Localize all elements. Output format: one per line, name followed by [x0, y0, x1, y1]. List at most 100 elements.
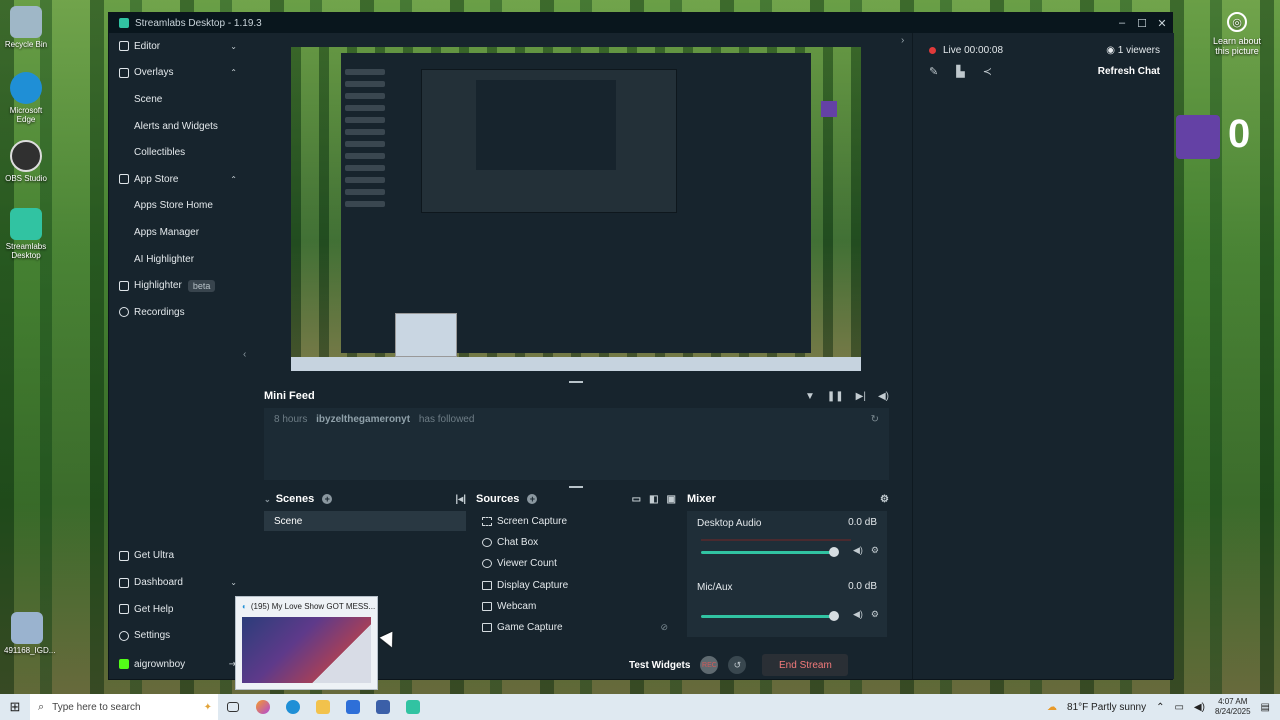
volume-icon[interactable]: ◀) [1194, 702, 1205, 713]
event-time: 8 hours [274, 414, 308, 425]
desktop-icon-streamlabs[interactable]: Streamlabs Desktop [4, 208, 48, 260]
visibility-hidden-icon[interactable]: ⊘ [660, 622, 668, 633]
end-stream-button[interactable]: End Stream [762, 654, 849, 676]
gear-icon[interactable]: ⚙ [871, 545, 879, 556]
sidebar-item-apps-manager[interactable]: Apps Manager [109, 219, 247, 246]
chevron-up-icon[interactable]: ⌃ [1156, 702, 1164, 713]
sidebar-item-dashboard[interactable]: Dashboard ⌄ [109, 569, 247, 596]
task-view-icon[interactable] [218, 694, 248, 720]
editor-icon [119, 41, 129, 52]
desktop-icon-recycle-bin[interactable]: Recycle Bin [4, 6, 48, 49]
file-explorer-icon[interactable] [308, 694, 338, 720]
sidebar-item-app-store[interactable]: App Store ⌃ [109, 166, 247, 193]
event-user[interactable]: ibyzelthegameronyt [316, 414, 410, 425]
repeat-icon[interactable]: ↻ [871, 414, 879, 425]
notification-icon[interactable]: ▤ [1261, 702, 1270, 713]
windows-start-icon[interactable]: ⊞ [0, 699, 30, 715]
volume-slider-handle[interactable] [829, 547, 839, 557]
sources-header: Sources + ▭ ◧ ▣ [476, 493, 676, 505]
mixer-channel: Mic/Aux 0.0 dB ◀) ⚙ [687, 575, 887, 639]
event-action: has followed [418, 414, 475, 425]
sidebar-item-recordings[interactable]: Recordings [109, 299, 247, 326]
sidebar-item-highlighter[interactable]: Highlighter beta [109, 272, 247, 299]
stream-preview[interactable] [291, 47, 861, 371]
gear-icon[interactable]: ⚙ [880, 494, 889, 505]
streamlabs-icon [10, 208, 42, 240]
group-icon[interactable]: ◧ [649, 494, 658, 505]
clock[interactable]: 4:07 AM 8/24/2025 [1215, 697, 1251, 717]
sidebar-item-get-help[interactable]: Get Help [109, 596, 247, 623]
eye-icon [482, 559, 492, 569]
add-scene-button[interactable]: + [322, 494, 333, 504]
scene-transition-icon[interactable]: |◂| [455, 494, 466, 505]
sidebar-item-settings[interactable]: Settings [109, 622, 247, 649]
chevron-down-icon[interactable]: ⌄ [264, 495, 271, 504]
search-placeholder: Type here to search [52, 701, 141, 713]
audio-meter [701, 539, 851, 541]
sidebar-item-ai-highlighter[interactable]: AI Highlighter [109, 246, 247, 273]
volume-slider[interactable] [701, 551, 833, 554]
sidebar-item-apps-store-home[interactable]: Apps Store Home [109, 193, 247, 220]
close-button[interactable]: ✕ [1152, 17, 1172, 30]
search-icon: ⌕ [38, 700, 45, 713]
dashboard-icon [119, 577, 129, 588]
desktop-icon-edge[interactable]: Microsoft Edge [4, 72, 48, 124]
gear-icon[interactable]: ⚙ [871, 609, 879, 620]
test-widgets-button[interactable]: Test Widgets [629, 660, 690, 671]
source-item[interactable]: Webcam [474, 596, 674, 617]
volume-icon[interactable]: ◀) [878, 391, 889, 402]
sidebar-item-editor[interactable]: Editor ⌄ [109, 33, 247, 60]
scene-item[interactable]: Scene [264, 511, 466, 531]
sidebar-item-overlays[interactable]: Overlays ⌃ [109, 60, 247, 87]
sidebar-item-collectibles[interactable]: Collectibles [109, 139, 247, 166]
volume-slider-handle[interactable] [829, 611, 839, 621]
chevron-left-icon[interactable]: ‹ [243, 349, 246, 360]
highlighter-icon [119, 280, 129, 291]
chevron-right-icon[interactable]: › [901, 35, 904, 46]
speaker-icon[interactable]: ◀) [853, 609, 863, 620]
source-item[interactable]: Game Capture ⊘ [474, 617, 674, 638]
learn-about-picture[interactable]: ◎ Learn about this picture [1208, 12, 1266, 56]
network-icon[interactable]: ▭ [1174, 702, 1183, 713]
mixer-panel: Desktop Audio 0.0 dB ◀) ⚙ Mic/Aux 0.0 dB … [687, 511, 887, 637]
source-folder-icon[interactable]: ▣ [667, 494, 676, 505]
add-source-button[interactable]: + [527, 494, 538, 504]
speaker-icon[interactable]: ◀) [853, 545, 863, 556]
sidebar-item-get-ultra[interactable]: Get Ultra [109, 543, 247, 570]
refresh-chat-button[interactable]: Refresh Chat [1098, 66, 1160, 77]
replay-icon[interactable]: ↺ [728, 656, 747, 674]
share-icon[interactable]: ≺ [983, 65, 992, 78]
skip-icon[interactable]: ▶| [856, 391, 866, 402]
minimize-button[interactable]: – [1112, 17, 1132, 30]
streamlabs-icon[interactable] [398, 694, 428, 720]
pencil-icon[interactable]: ✎ [929, 65, 938, 78]
source-item[interactable]: Screen Capture [474, 511, 674, 532]
sidebar-item-alerts-widgets[interactable]: Alerts and Widgets [109, 113, 247, 140]
filter-icon[interactable]: ▼ [805, 391, 815, 402]
taskbar-search[interactable]: ⌕ Type here to search ✦ [30, 694, 218, 720]
clip-icon[interactable]: ▙ [956, 65, 964, 78]
sidebar-item-scene[interactable]: Scene [109, 86, 247, 113]
pause-icon[interactable]: ❚❚ [827, 391, 844, 402]
folder-icon[interactable]: ▭ [632, 494, 641, 505]
record-button[interactable]: REC [700, 656, 719, 674]
source-item[interactable]: Display Capture [474, 575, 674, 596]
weather-text[interactable]: 81°F Partly sunny [1067, 702, 1146, 713]
obs-icon[interactable] [368, 694, 398, 720]
resize-handle[interactable] [569, 486, 583, 488]
weather-icon: ☁ [1047, 701, 1058, 713]
copilot-icon[interactable] [248, 694, 278, 720]
volume-slider[interactable] [701, 615, 833, 618]
edge-icon[interactable] [278, 694, 308, 720]
taskbar-thumbnail[interactable]: ◐ (195) My Love Show GOT MESS... [235, 596, 378, 690]
sidebar-item-account[interactable]: aigrownboy ⇥ [109, 649, 247, 679]
source-item[interactable]: Viewer Count [474, 553, 674, 574]
store-icon[interactable] [338, 694, 368, 720]
desktop-icon-file[interactable]: 491168_IGD... [4, 612, 55, 655]
channel-db: 0.0 dB [848, 581, 877, 592]
maximize-button[interactable]: ☐ [1132, 17, 1152, 30]
edge-icon: ◐ [242, 601, 247, 611]
desktop-icon-obs[interactable]: OBS Studio [4, 140, 48, 183]
source-item[interactable]: Chat Box [474, 532, 674, 553]
resize-handle[interactable] [569, 381, 583, 383]
